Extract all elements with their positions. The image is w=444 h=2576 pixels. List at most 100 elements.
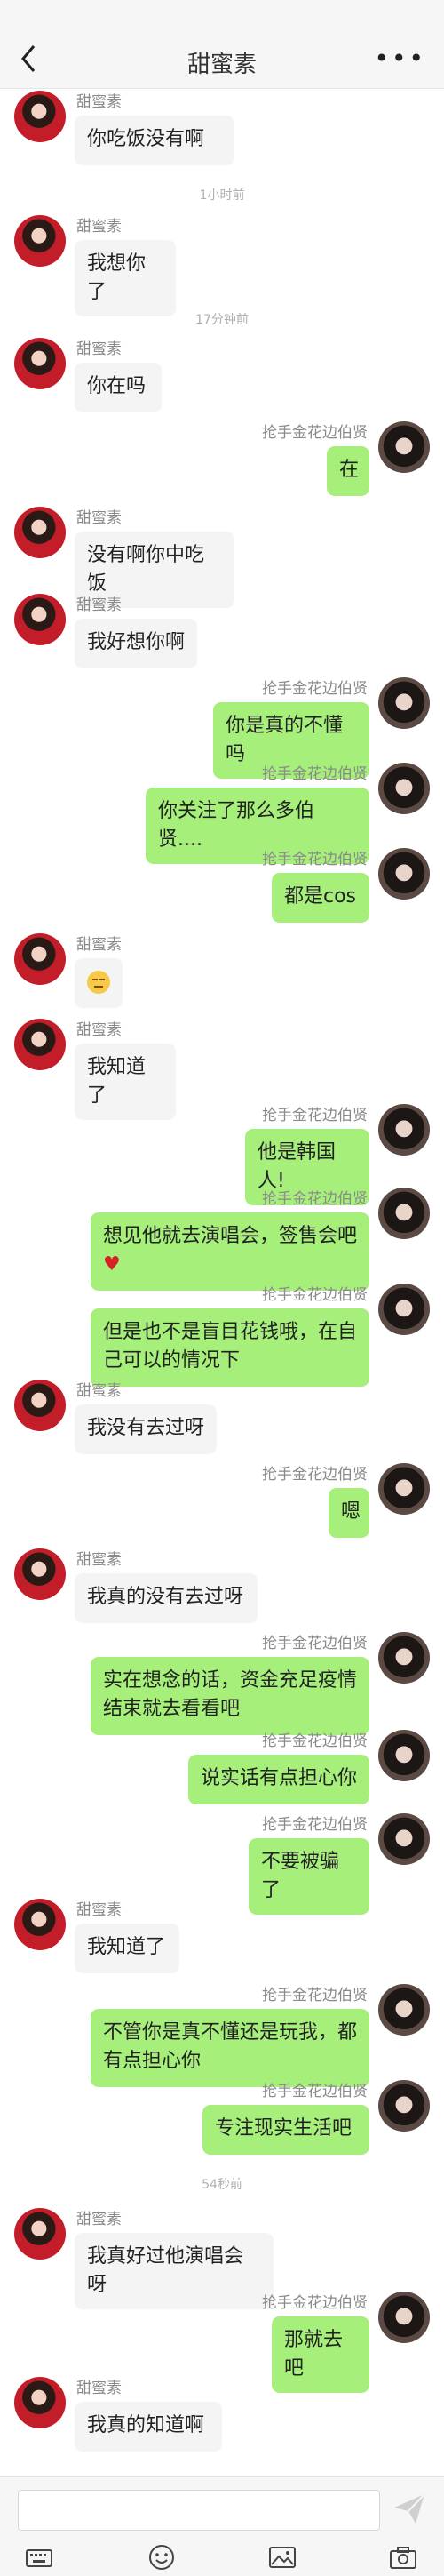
unamused-face-emoji [87,971,110,994]
avatar[interactable] [14,1548,66,1600]
message-bubble[interactable]: 不要被骗了 [249,1838,369,1915]
avatar[interactable] [378,1463,430,1515]
image-icon[interactable] [268,2543,297,2572]
avatar[interactable] [14,338,66,389]
avatar[interactable] [14,507,66,558]
avatar[interactable] [14,91,66,142]
avatar[interactable] [14,1899,66,1950]
avatar[interactable] [378,1984,430,2036]
message-text: 你吃饭没有啊 [87,128,205,150]
sender-name: 抢手金花边伯贤 [262,424,368,442]
send-icon[interactable] [392,2492,426,2525]
avatar[interactable] [14,933,66,985]
message-text: 你是真的不懂吗 [226,715,344,765]
message-text: 在 [339,459,360,481]
camera-icon[interactable] [389,2543,417,2572]
avatar[interactable] [378,2292,430,2343]
avatar[interactable] [378,421,430,473]
message-bubble[interactable]: 我真的没有去过呀 [75,1573,258,1623]
message-bubble[interactable]: 我知道了 [75,1924,179,1973]
message-text: 我真的知道啊 [87,2414,205,2436]
message-bubble[interactable]: 实在想念的话，资金充足疫情结束就去看看吧 [91,1657,369,1735]
message-bubble[interactable]: 我好想你啊 [75,619,197,668]
avatar[interactable] [14,1380,66,1431]
message-bubble[interactable]: 专注现实生活吧 [202,2105,369,2155]
chat-header: 甜蜜素 ••• [0,0,444,89]
message-text: 实在想念的话，资金充足疫情结束就去看看吧 [103,1669,358,1720]
message-text: 说实话有点担心你 [201,1767,358,1789]
message-bubble[interactable]: 想见他就去演唱会，签售会吧 ♥ [91,1212,369,1291]
message-text: 不管你是真不懂还是玩我，都有点担心你 [103,2021,358,2072]
sender-name: 甜蜜素 [76,509,122,527]
message-bubble[interactable]: 我想你了 [75,240,176,316]
avatar[interactable] [378,2080,430,2132]
message-bubble[interactable] [75,958,123,1008]
message-bubble[interactable]: 你吃饭没有啊 [75,116,234,165]
avatar[interactable] [378,848,430,900]
sender-name: 甜蜜素 [76,340,122,358]
message-text: 我好想你啊 [87,631,186,653]
message-bubble[interactable]: 我没有去过呀 [75,1404,217,1454]
sender-name: 抢手金花边伯贤 [262,1732,368,1750]
message-bubble[interactable]: 你在吗 [75,363,162,412]
emoji-icon[interactable] [147,2543,176,2572]
message-bubble[interactable]: 那就去吧 [272,2316,369,2393]
message-bubble[interactable]: 说实话有点担心你 [188,1755,369,1804]
message-bubble[interactable]: 但是也不是盲目花钱哦，在自己可以的情况下 [91,1308,369,1387]
message-text: 不要被骗了 [261,1851,340,1901]
more-options-icon[interactable]: ••• [374,46,426,71]
avatar[interactable] [14,1019,66,1070]
avatar[interactable] [378,1188,430,1239]
sender-name: 抢手金花边伯贤 [262,1286,368,1304]
sender-name: 抢手金花边伯贤 [262,1816,368,1834]
avatar[interactable] [378,1813,430,1865]
sender-name: 抢手金花边伯贤 [262,680,368,698]
message-bubble[interactable]: 不管你是真不懂还是玩我，都有点担心你 [91,2009,369,2087]
message-text: 想见他就去演唱会，签售会吧 [103,1225,358,1247]
message-bubble[interactable]: 嗯 [329,1488,369,1538]
avatar[interactable] [14,594,66,645]
message-text: 我没有去过呀 [87,1417,205,1439]
message-bubble[interactable]: 在 [327,446,369,496]
heart-emoji: ♥ [103,1253,121,1276]
message-text: 你关注了那么多伯贤.... [158,800,315,851]
sender-name: 甜蜜素 [76,936,122,954]
timestamp: 54秒前 [202,2178,242,2192]
timestamp: 17分钟前 [195,313,249,327]
sender-name: 甜蜜素 [76,93,122,111]
message-text: 我知道了 [87,1056,147,1107]
avatar[interactable] [378,1632,430,1684]
message-bubble[interactable]: 我真的知道啊 [75,2402,222,2452]
avatar[interactable] [378,1284,430,1335]
avatar[interactable] [378,763,430,814]
message-bubble[interactable]: 我真好过他演唱会呀 [75,2233,274,2309]
sender-name: 甜蜜素 [76,1021,122,1039]
avatar[interactable] [378,677,430,729]
avatar[interactable] [378,1104,430,1156]
message-text: 都是cos [284,885,357,908]
message-input[interactable] [18,2490,380,2531]
message-bubble[interactable]: 我知道了 [75,1044,176,1120]
sender-name: 抢手金花边伯贤 [262,1466,368,1484]
timestamp: 1小时前 [199,188,245,203]
sender-name: 抢手金花边伯贤 [262,1190,368,1208]
message-text: 嗯 [341,1500,361,1523]
message-text: 没有啊你中吃饭 [87,544,205,595]
avatar[interactable] [14,215,66,267]
avatar[interactable] [14,2208,66,2260]
avatar[interactable] [378,1730,430,1781]
sender-name: 抢手金花边伯贤 [262,1987,368,2004]
message-text: 我想你了 [87,252,147,303]
input-bar [0,2476,444,2576]
avatar[interactable] [14,2377,66,2428]
sender-name: 甜蜜素 [76,2380,122,2397]
keyboard-icon[interactable] [25,2543,53,2572]
message-text: 你在吗 [87,375,147,397]
message-text: 那就去吧 [284,2329,344,2380]
message-bubble[interactable]: 都是cos [272,873,369,923]
sender-name: 甜蜜素 [76,1901,122,1919]
sender-name: 甜蜜素 [76,1551,122,1569]
message-text: 我真的没有去过呀 [87,1586,244,1608]
sender-name: 抢手金花边伯贤 [262,2083,368,2100]
message-text: 专注现实生活吧 [215,2117,353,2140]
